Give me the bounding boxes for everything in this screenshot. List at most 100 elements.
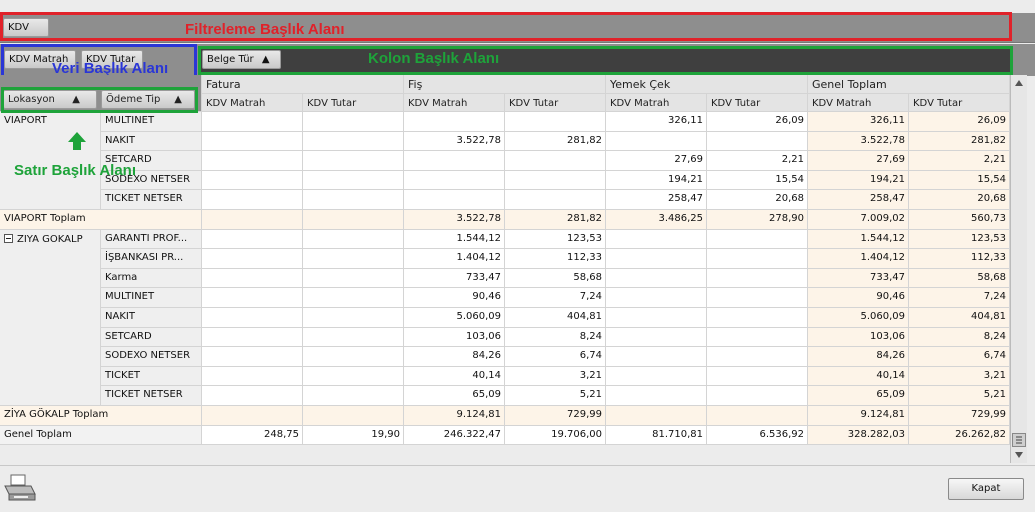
payment-type-cell[interactable]: NAKIT [101,308,202,328]
location-cell[interactable]: VIAPORT [0,112,101,210]
payment-type-cell[interactable]: MULTINET [101,288,202,308]
value-cell: 9.124,81 [404,406,505,426]
value-cell [303,249,404,269]
value-cell [202,366,303,387]
column-sub-header[interactable]: KDV Tutar [505,94,606,112]
value-cell: 258,47 [606,190,707,210]
value-cell: 194,21 [606,170,707,191]
filter-chip-kdv[interactable]: KDV [3,18,49,37]
value-cell [606,327,707,348]
value-cell [505,170,606,191]
payment-type-cell[interactable]: MULTINET [101,112,202,132]
value-cell [303,327,404,348]
value-cell [707,406,808,426]
value-cell: 404,81 [505,308,606,328]
column-chip-belge-tur[interactable]: Belge Tür ▲ [202,50,281,69]
value-cell [404,190,505,210]
payment-type-cell[interactable]: SODEXO NETSER [101,347,202,367]
value-cell: 26,09 [909,112,1010,132]
value-cell: 326,11 [808,112,909,132]
value-cell [303,210,404,230]
scroll-thumb[interactable] [1012,433,1026,447]
payment-type-cell[interactable]: GARANTI PROF... [101,229,202,250]
value-cell: 58,68 [505,268,606,289]
collapse-toggle-icon[interactable] [4,233,13,243]
close-button[interactable]: Kapat [948,478,1024,500]
row-chip-lokasyon[interactable]: Lokasyon ▲ [3,90,97,109]
column-group-header[interactable]: Fiş [404,75,606,94]
value-cell: 3.486,25 [606,210,707,230]
value-cell [404,112,505,132]
row-chip-odeme-tip[interactable]: Ödeme Tip ▲ [101,90,195,109]
value-cell: 5.060,09 [404,308,505,328]
payment-type-cell[interactable]: TICKET NETSER [101,386,202,406]
value-cell: 3.522,78 [404,131,505,152]
location-cell[interactable]: ZIYA GOKALP [0,229,101,406]
value-cell [303,190,404,210]
value-cell: 194,21 [808,170,909,191]
column-sub-header[interactable]: KDV Matrah [202,94,303,112]
value-cell: 1.544,12 [808,229,909,250]
value-cell: 1.544,12 [404,229,505,250]
value-cell: 5.060,09 [808,308,909,328]
column-sub-header[interactable]: KDV Tutar [303,94,404,112]
column-header-area: Belge Tür ▲ [200,47,1010,73]
value-cell [303,229,404,250]
printer-icon[interactable] [2,472,36,504]
row-area-annotation: Satır Başlık Alanı [14,162,136,179]
value-cell [303,308,404,328]
payment-type-cell[interactable]: NAKIT [101,131,202,152]
payment-type-cell[interactable]: İŞBANKASI PR... [101,249,202,269]
value-cell: 84,26 [404,347,505,367]
sort-up-icon: ▲ [72,94,80,105]
payment-type-cell[interactable]: TICKET NETSER [101,190,202,210]
value-cell [202,229,303,250]
column-group-header[interactable]: Genel Toplam [808,75,1010,94]
value-cell [202,151,303,171]
value-cell: 6.536,92 [707,425,808,446]
arrow-up-icon [66,130,88,152]
value-cell [707,131,808,152]
payment-type-cell[interactable]: SETCARD [101,327,202,348]
value-cell [202,131,303,152]
column-sub-header[interactable]: KDV Tutar [707,94,808,112]
value-cell: 281,82 [909,131,1010,152]
value-cell: 248,75 [202,425,303,446]
value-cell: 281,82 [505,210,606,230]
payment-type-cell[interactable]: TICKET [101,366,202,387]
vertical-scrollbar[interactable] [1010,75,1027,463]
value-cell: 1.404,12 [808,249,909,269]
column-sub-header[interactable]: KDV Tutar [909,94,1010,112]
value-cell: 733,47 [404,268,505,289]
value-cell: 112,33 [909,249,1010,269]
column-group-header[interactable]: Yemek Çek [606,75,808,94]
value-cell [202,308,303,328]
value-cell: 9.124,81 [808,406,909,426]
value-cell: 103,06 [404,327,505,348]
value-cell [303,406,404,426]
column-sub-header[interactable]: KDV Matrah [808,94,909,112]
value-cell: 733,47 [808,268,909,289]
value-cell [202,210,303,230]
value-cell: 65,09 [404,386,505,406]
value-cell: 5,21 [505,386,606,406]
column-sub-header[interactable]: KDV Matrah [404,94,505,112]
column-area-annotation: Kolon Başlık Alanı [368,50,500,67]
scroll-up-icon[interactable] [1013,77,1025,89]
value-cell: 328.282,03 [808,425,909,446]
scroll-down-icon[interactable] [1013,449,1025,461]
value-cell: 103,06 [808,327,909,348]
value-cell [202,327,303,348]
payment-type-cell[interactable]: Karma [101,268,202,289]
value-cell [303,347,404,367]
value-cell: 258,47 [808,190,909,210]
value-cell: 278,90 [707,210,808,230]
value-cell [303,112,404,132]
column-group-header[interactable]: Fatura [202,75,404,94]
column-sub-header[interactable]: KDV Matrah [606,94,707,112]
value-cell: 3.522,78 [404,210,505,230]
value-cell [303,268,404,289]
value-cell [404,151,505,171]
value-cell: 6,74 [909,347,1010,367]
value-cell: 6,74 [505,347,606,367]
